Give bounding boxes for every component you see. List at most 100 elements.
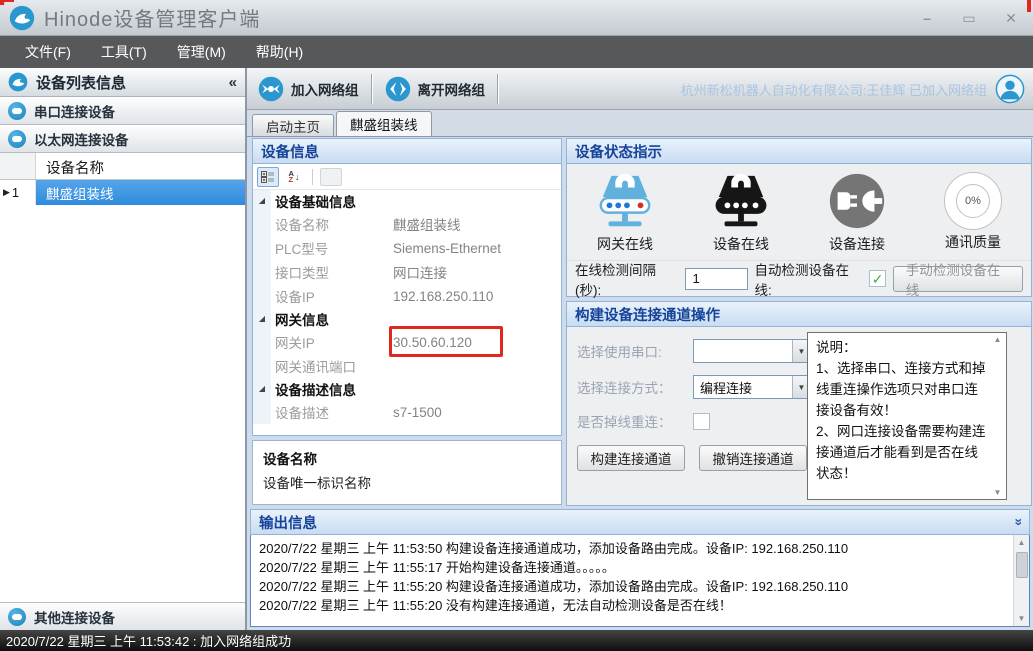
row-index: 1 — [12, 185, 19, 200]
device-list-sidebar: 设备列表信息 « 串口连接设备 以太网连接设备 设备名称 ▶ 1 麒盛组装线 — [0, 68, 247, 630]
ethernet-device-icon — [8, 130, 26, 148]
sidebar-item-serial-devices[interactable]: 串口连接设备 — [0, 97, 245, 125]
serial-port-label: 选择使用串口: — [577, 341, 685, 361]
manual-detect-button[interactable]: 手动检测设备在线 — [893, 266, 1023, 292]
toolbar-separator — [371, 74, 372, 104]
user-status-text: 杭州新松机器人自动化有限公司:王佳辉 已加入网络组 — [681, 80, 987, 99]
collapse-panel-icon[interactable]: « — [1009, 518, 1025, 526]
red-highlight-annotation — [389, 326, 503, 357]
app-window: Hinode设备管理客户端 – ▭ ✕ 文件(F) 工具(T) 管理(M) 帮助… — [0, 0, 1033, 651]
propertygrid-toolbar: A Z ↓ — [253, 164, 561, 190]
gateway-online-icon — [594, 170, 656, 232]
menu-tools[interactable]: 工具(T) — [86, 36, 162, 68]
device-status-header: 设备状态指示 — [566, 138, 1032, 164]
indicator-gateway-online: 网关在线 — [567, 164, 683, 260]
scroll-up-icon[interactable]: ▲ — [1018, 535, 1026, 550]
device-online-icon — [710, 170, 772, 232]
comm-quality-gauge: 0% — [944, 172, 1002, 230]
property-row[interactable]: 网关通讯端口 — [253, 354, 561, 378]
auto-detect-checkbox[interactable]: ✓ — [869, 270, 885, 287]
status-bar-text: 2020/7/22 星期三 上午 11:53:42 : 加入网络组成功 — [6, 631, 291, 650]
categorized-view-icon[interactable] — [257, 167, 279, 187]
alphabetical-sort-icon[interactable]: A Z ↓ — [283, 167, 305, 187]
tab-device[interactable]: 麒盛组装线 — [336, 111, 432, 136]
collapse-sidebar-icon[interactable]: « — [229, 74, 237, 91]
join-network-group-button[interactable]: 加入网络组 — [247, 71, 369, 107]
reconnect-label: 是否掉线重连： — [577, 411, 685, 431]
other-device-icon — [8, 608, 26, 626]
indicator-device-connect: 设备连接 — [799, 164, 915, 260]
title-bar: Hinode设备管理客户端 – ▭ ✕ — [0, 0, 1033, 36]
serial-device-icon — [8, 102, 26, 120]
tab-home[interactable]: 启动主页 — [252, 114, 334, 136]
scroll-down-icon[interactable]: ▼ — [994, 488, 1002, 497]
expander-icon[interactable]: ◢ — [253, 308, 271, 330]
menu-bar: 文件(F) 工具(T) 管理(M) 帮助(H) — [0, 36, 1033, 68]
menu-file[interactable]: 文件(F) — [10, 36, 86, 68]
menu-manage[interactable]: 管理(M) — [162, 36, 241, 68]
revoke-channel-button[interactable]: 撤销连接通道 — [699, 445, 807, 471]
main-content: 设备信息 A — [247, 136, 1033, 630]
output-header: 输出信息 « — [250, 509, 1030, 535]
comm-quality-value: 0% — [956, 184, 990, 218]
log-line: 2020/7/22 星期三 上午 11:53:50 构建设备连接通道成功，添加设… — [259, 539, 1009, 558]
expander-icon[interactable]: ◢ — [253, 378, 271, 400]
leave-network-group-button[interactable]: 离开网络组 — [374, 71, 496, 107]
indicator-comm-quality: 0% 通讯质量 — [915, 164, 1031, 260]
sidebar-item-other-devices[interactable]: 其他连接设备 — [0, 602, 245, 630]
tab-strip: 启动主页 麒盛组装线 — [247, 110, 1033, 136]
expander-icon[interactable]: ◢ — [253, 190, 271, 212]
menu-help[interactable]: 帮助(H) — [241, 36, 318, 68]
window-title: Hinode设备管理客户端 — [44, 3, 260, 32]
note-scrollbar[interactable]: ▲ ▼ — [991, 335, 1004, 497]
device-name-cell[interactable]: 麒盛组装线 — [36, 180, 245, 205]
device-status-panel: 设备状态指示 — [566, 138, 1032, 297]
scroll-up-icon[interactable]: ▲ — [994, 335, 1002, 344]
reconnect-checkbox[interactable] — [693, 413, 710, 430]
property-pages-icon — [320, 168, 342, 186]
device-table-header: 设备名称 — [0, 153, 245, 180]
instructions-box: 说明： 1、选择串口、连接方式和掉线重连操作选项只对串口连接设备有效！ 2、网口… — [807, 332, 1007, 500]
output-scrollbar[interactable]: ▲ ▼ — [1013, 535, 1029, 626]
build-channel-button[interactable]: 构建连接通道 — [577, 445, 685, 471]
property-row[interactable]: 设备名称 麒盛组装线 — [253, 212, 561, 236]
close-icon[interactable]: ✕ — [1001, 10, 1021, 27]
property-row[interactable]: 设备描述 s7-1500 — [253, 400, 561, 424]
scroll-down-icon[interactable]: ▼ — [1018, 611, 1026, 626]
app-logo-icon — [9, 5, 35, 31]
property-row[interactable]: 设备IP 192.168.250.110 — [253, 284, 561, 308]
leave-network-icon — [384, 75, 412, 103]
maximize-icon[interactable]: ▭ — [959, 10, 979, 27]
status-bar: 2020/7/22 星期三 上午 11:53:42 : 加入网络组成功 — [0, 630, 1033, 651]
device-info-header: 设备信息 — [252, 138, 562, 164]
row-marker-icon: ▶ — [3, 187, 10, 198]
property-row[interactable]: PLC型号 Siemens-Ethernet — [253, 236, 561, 260]
interval-input[interactable]: 1 — [685, 268, 747, 290]
join-network-icon — [257, 75, 285, 103]
indicator-device-online: 设备在线 — [683, 164, 799, 260]
property-row-gateway-ip[interactable]: 网关IP 30.50.60.120 — [253, 330, 561, 354]
device-row-selected[interactable]: ▶ 1 麒盛组装线 — [0, 180, 245, 205]
category-basic-info[interactable]: ◢ 设备基础信息 — [253, 190, 561, 212]
auto-detect-label: 自动检测设备在线: — [755, 259, 863, 299]
log-line: 2020/7/22 星期三 上午 11:55:20 构建设备连接通道成功，添加设… — [259, 577, 1009, 596]
serial-port-select[interactable]: ▼ — [693, 339, 811, 363]
connect-mode-label: 选择连接方式： — [577, 377, 685, 397]
sidebar-item-ethernet-devices[interactable]: 以太网连接设备 — [0, 125, 245, 153]
sidebar-header: 设备列表信息 « — [0, 68, 245, 97]
red-annotation-mark-topright — [1027, 0, 1031, 12]
property-row[interactable]: 接口类型 网口连接 — [253, 260, 561, 284]
column-device-name: 设备名称 — [36, 153, 245, 179]
category-description-info[interactable]: ◢ 设备描述信息 — [253, 378, 561, 400]
device-table: 设备名称 ▶ 1 麒盛组装线 — [0, 153, 245, 602]
minimize-icon[interactable]: – — [917, 10, 937, 26]
sidebar-title: 设备列表信息 — [36, 72, 229, 93]
scrollbar-thumb[interactable] — [1016, 552, 1028, 578]
connect-mode-select[interactable]: 编程连接 ▼ — [693, 375, 811, 399]
device-info-panel: 设备信息 A — [252, 138, 562, 505]
device-list-icon — [8, 72, 28, 92]
device-connect-icon — [826, 170, 888, 232]
toolbar-separator — [497, 74, 498, 104]
build-channel-panel: 构建设备连接通道操作 选择使用串口: ▼ 选择连接方式： 编程连接 ▼ — [566, 301, 1032, 506]
build-channel-header: 构建设备连接通道操作 — [566, 301, 1032, 327]
